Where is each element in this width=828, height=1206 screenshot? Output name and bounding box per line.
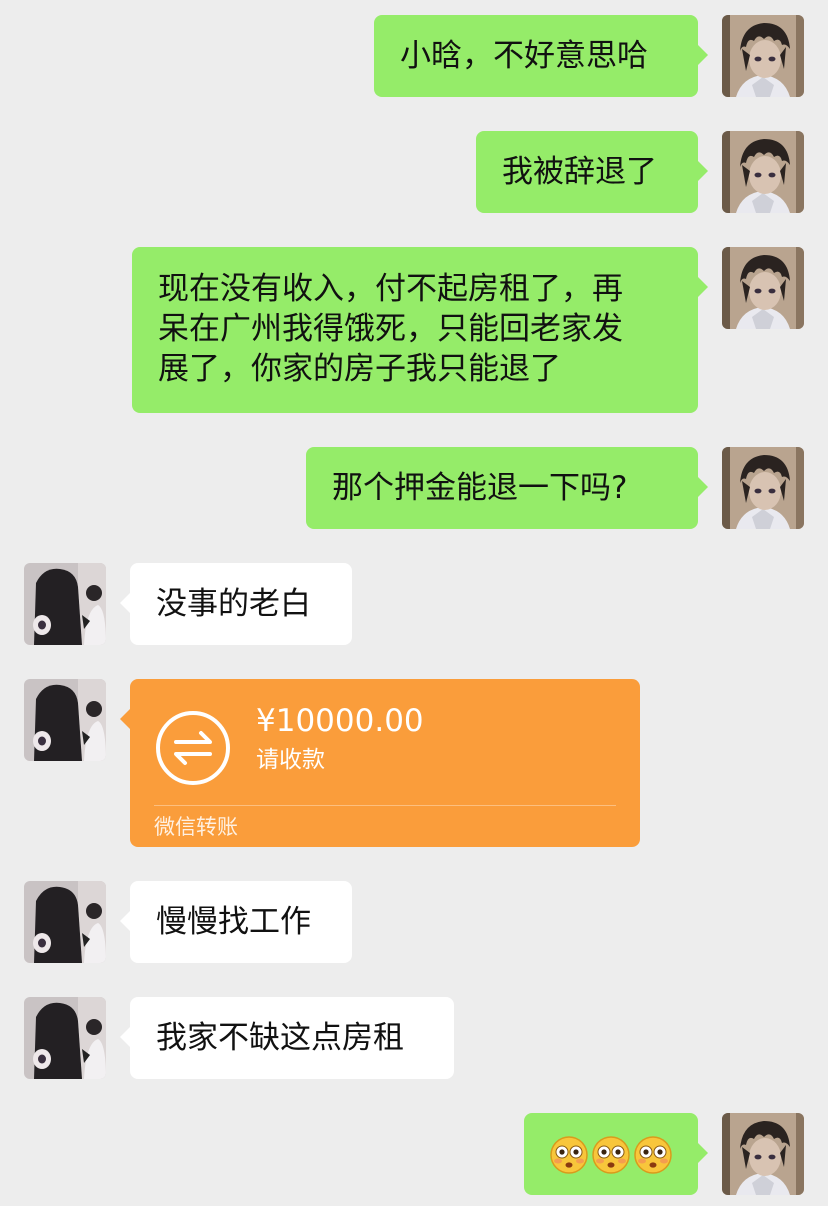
my-message-bubble[interactable]: [524, 1113, 708, 1195]
flushed-face-emoji: [550, 1135, 588, 1174]
my-avatar[interactable]: [722, 1113, 804, 1195]
contact-avatar[interactable]: [24, 881, 106, 963]
avatar-image: [722, 447, 804, 529]
contact-avatar[interactable]: [24, 997, 106, 1079]
flushed-face-emoji: [634, 1135, 672, 1174]
my-message-bubble[interactable]: 现在没有收入，付不起房租了，再 呆在广州我得饿死，只能回老家发 展了，你家的房子…: [132, 247, 708, 413]
avatar-image: [24, 881, 106, 963]
their-message-bubble[interactable]: 我家不缺这点房租: [120, 997, 454, 1079]
avatar-image: [24, 563, 106, 645]
message-line: 展了，你家的房子我只能退了: [158, 351, 561, 387]
contact-avatar[interactable]: [24, 563, 106, 645]
money-transfer-card[interactable]: ¥10000.00 请收款 微信转账: [120, 679, 640, 847]
message-text: 没事的老白: [156, 586, 311, 622]
my-message-bubble[interactable]: 小晗，不好意思哈: [374, 15, 708, 97]
message-text: 我家不缺这点房租: [156, 1020, 404, 1056]
message-text: 小晗，不好意思哈: [400, 38, 648, 74]
contact-avatar[interactable]: [24, 679, 106, 761]
transfer-status: 请收款: [256, 747, 325, 773]
my-avatar[interactable]: [722, 247, 804, 329]
my-avatar[interactable]: [722, 15, 804, 97]
avatar-image: [722, 1113, 804, 1195]
my-avatar[interactable]: [722, 131, 804, 213]
my-message-bubble[interactable]: 那个押金能退一下吗?: [306, 447, 708, 529]
message-line: 呆在广州我得饿死，只能回老家发: [158, 311, 623, 347]
flushed-face-emoji: [592, 1135, 630, 1174]
avatar-image: [722, 131, 804, 213]
message-text: 慢慢找工作: [156, 904, 311, 940]
transfer-divider: [154, 805, 616, 806]
avatar-image: [722, 247, 804, 329]
their-message-bubble[interactable]: 没事的老白: [120, 563, 352, 645]
my-avatar[interactable]: [722, 447, 804, 529]
avatar-image: [24, 679, 106, 761]
message-text: 我被辞退了: [502, 154, 657, 190]
transfer-footer-label: 微信转账: [154, 815, 238, 839]
avatar-image: [722, 15, 804, 97]
message-text: 那个押金能退一下吗?: [332, 470, 628, 506]
my-message-bubble[interactable]: 我被辞退了: [476, 131, 708, 213]
avatar-image: [24, 997, 106, 1079]
their-message-bubble[interactable]: 慢慢找工作: [120, 881, 352, 963]
transfer-arrows-icon: [156, 711, 230, 785]
message-line: 现在没有收入，付不起房租了，再: [158, 271, 623, 307]
transfer-amount: ¥10000.00: [256, 703, 424, 739]
